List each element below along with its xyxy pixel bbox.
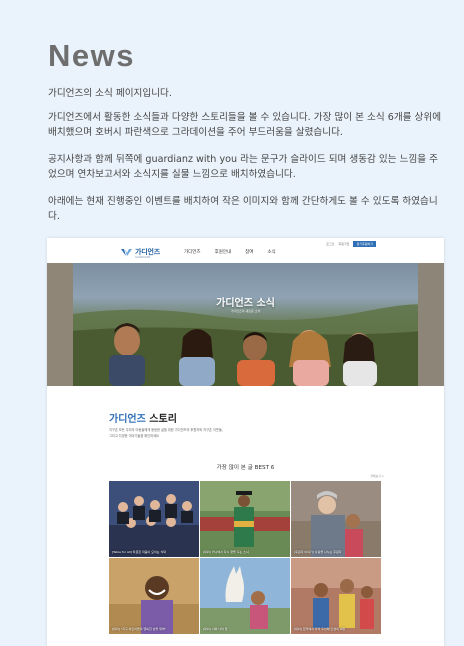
- story-title-rest: 스토리: [145, 414, 177, 425]
- news-card-1[interactable]: [Table for All] 따뜻한 마음이 모이는 식탁: [109, 481, 199, 557]
- hero-subtitle: 가디언즈의 새로운 소식: [230, 309, 261, 313]
- card-photo: [109, 481, 199, 557]
- card-photo: [291, 558, 381, 634]
- intro-paragraph-4: 아래에는 현재 진행중인 이벤트를 배치하여 작은 이미지와 함께 간단하게도 …: [48, 196, 438, 222]
- news-card-6[interactable]: [대외] 한국에서 자라 두번째 인생의 씨앗: [291, 558, 381, 634]
- news-card-2[interactable]: [대외] 카나에서 다시 꿈을 꾸는 소녀: [200, 481, 290, 557]
- story-desc-line-2: 그리고 다양한 이야기들을 확인하세요: [109, 433, 159, 438]
- site-logo[interactable]: 가디언즈 GUARDIANZ: [121, 247, 160, 259]
- donate-button[interactable]: 정기후원하기: [353, 241, 376, 247]
- card-caption: [후원자 이야기] 사랑을 나누는 후원자: [294, 550, 342, 554]
- page-heading: News: [48, 38, 135, 73]
- story-section-title: 가디언즈 스토리: [109, 410, 177, 425]
- login-link[interactable]: 로그인: [326, 242, 334, 246]
- nav-item-sponsor[interactable]: 후원안내: [215, 249, 232, 255]
- hero-title: 가디언즈 소식: [216, 298, 275, 309]
- card-caption: [대외] 너와 나의 꿈: [203, 627, 228, 631]
- hero-photo: [47, 263, 444, 386]
- best-section-title: 가장 많이 본 글 BEST 6: [216, 465, 275, 471]
- nav-item-news[interactable]: 소식: [267, 249, 275, 255]
- card-photo: [200, 558, 290, 634]
- logo-wing-icon: [121, 248, 132, 256]
- intro-paragraph-1: 가디언즈의 소식 페이지입니다.: [48, 88, 172, 99]
- card-photo: [109, 558, 199, 634]
- card-caption: [대외] "지구 어린이들의 행복한 삶을 위해": [112, 627, 167, 631]
- news-card-4[interactable]: [대외] "지구 어린이들의 행복한 삶을 위해": [109, 558, 199, 634]
- main-nav: 가디언즈 후원안내 참여 소식: [184, 249, 290, 255]
- story-description: 지구촌 모든 우리의 아동들에게 동등한 삶을 위한 가디언즈의 후원자와 지구…: [109, 428, 309, 439]
- intro-paragraph-3: 공지사항과 함께 뒤쪽에 guardianz with you 라는 문구가 슬…: [48, 154, 438, 180]
- card-caption: [대외] 카나에서 다시 꿈을 꾸는 소녀: [203, 550, 249, 554]
- news-card-3[interactable]: [후원자 이야기] 사랑을 나누는 후원자: [291, 481, 381, 557]
- signup-link[interactable]: 회원가입: [338, 242, 349, 246]
- hero-banner: 가디언즈 소식 가디언즈의 새로운 소식: [47, 263, 444, 386]
- nav-item-guardianz[interactable]: 가디언즈: [184, 249, 201, 255]
- site-header: 가디언즈 GUARDIANZ 가디언즈 후원안내 참여 소식 로그인 회원가입 …: [47, 238, 444, 263]
- story-title-accent: 가디언즈: [109, 414, 146, 425]
- card-photo: [291, 481, 381, 557]
- card-photo: [200, 481, 290, 557]
- card-caption: [대외] 한국에서 자라 두번째 인생의 씨앗: [294, 627, 346, 631]
- nav-item-participate[interactable]: 참여: [245, 249, 253, 255]
- card-caption: [Table for All] 따뜻한 마음이 모이는 식탁: [112, 550, 167, 554]
- intro-paragraph-2: 가디언즈에서 활동한 소식들과 다양한 스토리들을 볼 수 있습니다. 가장 많…: [48, 112, 442, 138]
- news-card-5[interactable]: [대외] 너와 나의 꿈: [200, 558, 290, 634]
- view-all-link[interactable]: 전체보기 >: [370, 474, 384, 478]
- website-mockup: 가디언즈 GUARDIANZ 가디언즈 후원안내 참여 소식 로그인 회원가입 …: [47, 238, 444, 646]
- logo-tagline: GUARDIANZ: [135, 256, 151, 259]
- utility-links: 로그인 회원가입 정기후원하기: [322, 241, 376, 247]
